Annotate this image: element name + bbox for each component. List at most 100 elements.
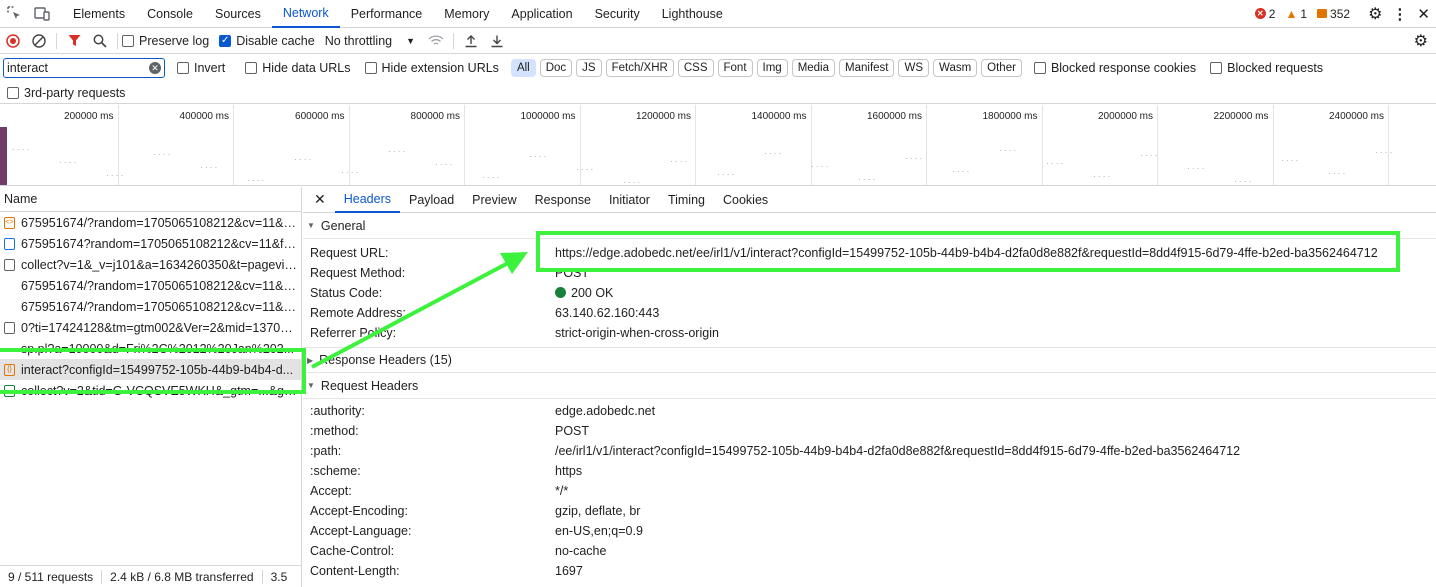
network-overview-timeline[interactable]: 200000 ms 400000 ms 600000 ms 800000 ms 1000… bbox=[0, 105, 1436, 186]
image-icon bbox=[4, 321, 15, 334]
request-name: collect?v=1&_v=j101&a=1634260350&t=pagev… bbox=[21, 257, 297, 272]
hide-data-urls-checkbox[interactable]: Hide data URLs bbox=[245, 61, 351, 75]
tab-elements[interactable]: Elements bbox=[62, 0, 136, 28]
tab-lighthouse[interactable]: Lighthouse bbox=[651, 0, 734, 28]
filter-icon[interactable] bbox=[61, 28, 87, 54]
timeline-request-marks: · · · · bbox=[1187, 164, 1205, 173]
filter-bar: interact ✕ Invert Hide data URLs Hide ex… bbox=[0, 54, 1436, 82]
header-key: Remote Address: bbox=[310, 306, 406, 320]
clear-icon[interactable] bbox=[26, 28, 52, 54]
tab-performance[interactable]: Performance bbox=[340, 0, 434, 28]
request-row[interactable]: 675951674/?random=1705065108212&cv=11&fs… bbox=[0, 275, 301, 296]
tab-memory[interactable]: Memory bbox=[433, 0, 500, 28]
timeline-request-marks: · · · · bbox=[388, 147, 406, 156]
tab-application[interactable]: Application bbox=[500, 0, 583, 28]
checkbox-box[interactable] bbox=[1210, 62, 1223, 74]
issues-count[interactable]: 352 bbox=[1317, 7, 1350, 21]
blocked-requests-checkbox[interactable]: Blocked requests bbox=[1210, 61, 1323, 75]
checkbox-box[interactable] bbox=[245, 62, 258, 74]
details-tab-timing[interactable]: Timing bbox=[659, 187, 714, 213]
request-name: 675951674?random=1705065108212&cv=11&fst… bbox=[21, 236, 297, 251]
details-tab-preview[interactable]: Preview bbox=[463, 187, 525, 213]
details-tab-payload[interactable]: Payload bbox=[400, 187, 463, 213]
clear-filter-icon[interactable]: ✕ bbox=[149, 62, 161, 74]
name-column-header[interactable]: Name bbox=[0, 187, 301, 212]
header-key: Status Code: bbox=[310, 286, 383, 300]
throttling-select[interactable]: No throttling ▼ bbox=[325, 34, 415, 48]
tab-sources[interactable]: Sources bbox=[204, 0, 272, 28]
filter-chip-wasm[interactable]: Wasm bbox=[933, 59, 978, 77]
third-party-row: 3rd-party requests bbox=[0, 82, 1436, 104]
filter-chip-css[interactable]: CSS bbox=[677, 59, 714, 77]
header-key: Accept-Language: bbox=[310, 524, 412, 538]
filter-chip-media[interactable]: Media bbox=[791, 59, 836, 77]
checkbox-checked-icon[interactable]: ✓ bbox=[219, 34, 232, 47]
checkbox-box[interactable] bbox=[7, 86, 19, 99]
timeline-tick-label: 2400000 ms bbox=[1328, 111, 1384, 122]
filter-input[interactable]: interact ✕ bbox=[3, 58, 165, 78]
header-row: Status Code: 200 OK bbox=[303, 283, 1436, 303]
filter-chip-font[interactable]: Font bbox=[717, 59, 753, 77]
request-row[interactable]: 675951674/?random=1705065108212&cv=11&fs… bbox=[0, 296, 301, 317]
disable-cache-checkbox[interactable]: ✓ Disable cache bbox=[219, 34, 315, 48]
header-value: */* bbox=[555, 484, 569, 498]
device-toolbar-icon[interactable] bbox=[28, 0, 56, 28]
blocked-response-cookies-checkbox[interactable]: Blocked response cookies bbox=[1033, 61, 1196, 75]
search-icon[interactable] bbox=[87, 28, 113, 54]
filter-chip-manifest[interactable]: Manifest bbox=[839, 59, 895, 77]
export-har-icon[interactable] bbox=[484, 28, 510, 54]
close-details-icon[interactable]: ✕ bbox=[303, 191, 335, 208]
request-row[interactable]: 0?ti=17424128&tm=gtm002&Ver=2&mid=137011… bbox=[0, 317, 301, 338]
error-count[interactable]: ✕ 2 bbox=[1254, 7, 1275, 21]
tab-network[interactable]: Network bbox=[271, 0, 340, 28]
response-headers-section-header[interactable]: ▶ Response Headers (15) bbox=[303, 347, 1436, 373]
status-code-value: 200 OK bbox=[571, 286, 614, 300]
invert-checkbox[interactable]: Invert bbox=[177, 61, 225, 75]
request-row[interactable]: 675951674?random=1705065108212&cv=11&fst… bbox=[0, 233, 301, 254]
timeline-tick-label: 1400000 ms bbox=[751, 111, 807, 122]
filter-chip-fetchxhr[interactable]: Fetch/XHR bbox=[605, 59, 674, 77]
details-tab-headers[interactable]: Headers bbox=[334, 187, 400, 213]
tab-security[interactable]: Security bbox=[584, 0, 651, 28]
timeline-gridline bbox=[1388, 105, 1389, 185]
request-row[interactable]: <> 675951674/?random=1705065108212&cv=11&… bbox=[0, 212, 301, 233]
checkbox-box[interactable] bbox=[1033, 62, 1046, 74]
header-value: POST bbox=[555, 424, 590, 438]
timeline-request-marks: · · · · bbox=[1093, 172, 1111, 181]
filter-chip-doc[interactable]: Doc bbox=[539, 59, 573, 77]
timeline-tick-label: 1000000 ms bbox=[520, 111, 576, 122]
hide-extension-urls-checkbox[interactable]: Hide extension URLs bbox=[364, 61, 499, 75]
dropdown-arrow-icon: ▼ bbox=[406, 35, 416, 46]
filter-chip-ws[interactable]: WS bbox=[898, 59, 930, 77]
header-key: :method: bbox=[310, 424, 359, 438]
preserve-log-checkbox[interactable]: Preserve log bbox=[122, 34, 209, 48]
filter-chip-other[interactable]: Other bbox=[981, 59, 1022, 77]
checkbox-box[interactable] bbox=[177, 62, 189, 74]
settings-gear-icon[interactable]: ⚙ bbox=[1368, 4, 1382, 24]
more-options-icon[interactable]: ⋮ bbox=[1392, 5, 1407, 23]
third-party-requests-checkbox[interactable]: 3rd-party requests bbox=[7, 86, 125, 100]
tab-console[interactable]: Console bbox=[136, 0, 204, 28]
timeline-request-marks: · · · · bbox=[764, 149, 782, 158]
filter-chip-all[interactable]: All bbox=[510, 59, 536, 77]
request-row[interactable]: collect?v=1&_v=j101&a=1634260350&t=pagev… bbox=[0, 254, 301, 275]
filter-chip-img[interactable]: Img bbox=[756, 59, 788, 77]
warning-count[interactable]: ▲ 1 bbox=[1285, 7, 1307, 21]
details-tab-response[interactable]: Response bbox=[526, 187, 600, 213]
network-settings-gear-icon[interactable]: ⚙ bbox=[1414, 31, 1436, 51]
request-name: 675951674/?random=1705065108212&cv=11&fs… bbox=[21, 215, 297, 230]
network-conditions-icon[interactable] bbox=[423, 28, 449, 54]
header-value: strict-origin-when-cross-origin bbox=[555, 326, 719, 340]
close-devtools-icon[interactable]: ✕ bbox=[1417, 5, 1430, 23]
stop-recording-icon[interactable] bbox=[0, 28, 26, 54]
inspect-element-icon[interactable] bbox=[0, 0, 28, 28]
details-tab-cookies[interactable]: Cookies bbox=[714, 187, 777, 213]
details-tab-initiator[interactable]: Initiator bbox=[600, 187, 659, 213]
filter-chip-js[interactable]: JS bbox=[576, 59, 602, 77]
timeline-tick-label: 2000000 ms bbox=[1097, 111, 1153, 122]
checkbox-box[interactable] bbox=[364, 62, 377, 74]
import-har-icon[interactable] bbox=[458, 28, 484, 54]
checkbox-box[interactable] bbox=[122, 34, 134, 47]
timeline-request-marks: · · · · bbox=[1328, 169, 1346, 178]
request-headers-section-header[interactable]: ▼ Request Headers bbox=[303, 373, 1436, 399]
